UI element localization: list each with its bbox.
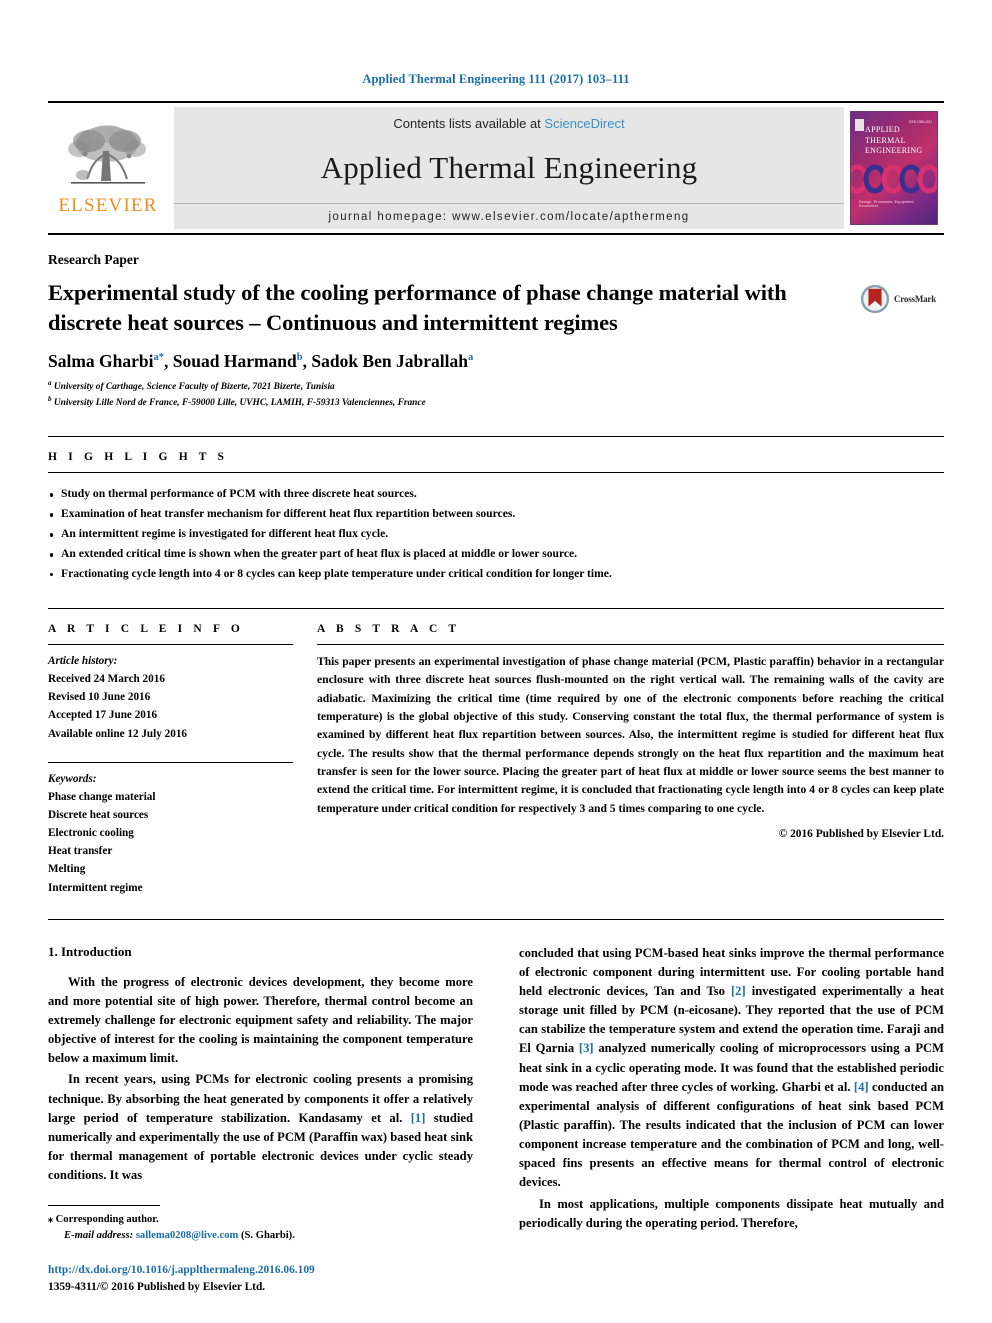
history-item: Accepted 17 June 2016 (48, 709, 158, 722)
cover-subtitle: Design, Processes, Equipment, Economics (859, 200, 915, 208)
doi-link[interactable]: http://dx.doi.org/10.1016/j.applthermale… (48, 1262, 473, 1279)
affiliation-b: b University Lille Nord de France, F-590… (48, 394, 426, 408)
elsevier-logo: ELSEVIER (48, 107, 174, 229)
journal-masthead: ELSEVIER Contents lists available at Sci… (48, 101, 944, 235)
journal-band: Contents lists available at ScienceDirec… (174, 107, 844, 229)
article-info-label: A R T I C L E I N F O (48, 623, 244, 635)
contents-line: Contents lists available at ScienceDirec… (393, 116, 624, 131)
highlights-list: Study on thermal performance of PCM with… (48, 473, 944, 584)
corresponding-star: ⁎ (48, 1214, 53, 1226)
paragraph: In most applications, multiple component… (519, 1196, 944, 1230)
email-suffix: (S. Gharbi). (241, 1230, 295, 1242)
affiliation-a: a University of Carthage, Science Facult… (48, 379, 335, 393)
footnote-rule (48, 1205, 160, 1207)
email-link[interactable]: sallema0208@live.com (136, 1230, 239, 1241)
citation-link-2[interactable]: [2] (731, 984, 746, 998)
contents-prefix: Contents lists available at (393, 116, 545, 131)
cover-elsevier-logo-icon (855, 119, 864, 131)
author-1: Salma Gharbia* (48, 351, 165, 372)
cover-thumbnail: ISSN 1359-4311 APPLIED THERMAL ENGINEERI… (850, 111, 938, 225)
abstract-label: A B S T R A C T (317, 623, 461, 635)
keyword-item: Heat transfer (48, 845, 113, 858)
article-history-label: Article history: (48, 655, 118, 667)
crossmark-badge[interactable]: CrossMark (860, 284, 944, 314)
journal-title: Applied Thermal Engineering (320, 150, 698, 185)
paper-page: Applied Thermal Engineering 111 (2017) 1… (0, 0, 992, 1323)
highlights-section: H I G H L I G H T S Study on thermal per… (48, 436, 944, 584)
article-info-column: A R T I C L E I N F O Article history: R… (48, 609, 317, 897)
author-2: Souad Harmandb (172, 351, 303, 372)
email-label: E-mail address: (64, 1230, 134, 1242)
paragraph-with-citation: In recent years, using PCMs for electron… (48, 1070, 473, 1185)
doi-block: http://dx.doi.org/10.1016/j.applthermale… (48, 1262, 473, 1295)
keyword-item: Electronic cooling (48, 827, 134, 840)
highlight-item: Examination of heat transfer mechanism f… (48, 504, 944, 524)
highlight-item: Fractionating cycle length into 4 or 8 c… (48, 564, 944, 584)
footnote-block: ⁎ Corresponding author. E-mail address: … (48, 1205, 473, 1295)
citation-link-4[interactable]: [4] (854, 1080, 869, 1094)
abstract-column: A B S T R A C T This paper presents an e… (317, 609, 944, 897)
history-item: Available online 12 July 2016 (48, 727, 188, 740)
author-list: Salma Gharbia*, Souad Harmandb, Sadok Be… (48, 351, 474, 372)
elsevier-tree-icon (68, 125, 146, 184)
crossmark-label: CrossMark (894, 294, 937, 304)
highlight-item: An extended critical time is shown when … (48, 544, 944, 564)
cover-title: APPLIED THERMAL ENGINEERING (865, 125, 923, 156)
keyword-item: Discrete heat sources (48, 808, 149, 821)
corresponding-author-line: ⁎ Corresponding author. (48, 1212, 473, 1228)
abstract-copyright: © 2016 Published by Elsevier Ltd. (778, 827, 944, 840)
history-item: Received 24 March 2016 (48, 673, 165, 686)
keywords-label: Keywords: (48, 772, 97, 785)
citation-link-1[interactable]: [1] (411, 1111, 426, 1125)
paragraph: With the progress of electronic devices … (48, 974, 473, 1066)
keywords-block: Keywords: Phase change material Discrete… (48, 763, 293, 897)
article-history: Article history: Received 24 March 2016 … (48, 645, 293, 743)
article-type: Research Paper (48, 252, 139, 267)
author-3: Sadok Ben Jabrallaha (311, 351, 474, 372)
info-abstract-section: A R T I C L E I N F O Article history: R… (48, 608, 944, 897)
email-line: E-mail address: sallema0208@live.com (S.… (48, 1228, 473, 1244)
paragraph-with-citations: concluded that using PCM-based heat sink… (519, 945, 945, 1190)
running-head: Applied Thermal Engineering 111 (2017) 1… (362, 72, 630, 86)
sciencedirect-link[interactable]: ScienceDirect (544, 116, 624, 131)
body-column-left: 1. Introduction With the progress of ele… (48, 944, 473, 1295)
keyword-item: Phase change material (48, 790, 156, 803)
highlight-item: Study on thermal performance of PCM with… (48, 484, 944, 504)
section-title-introduction: 1. Introduction (48, 943, 132, 959)
journal-cover: ISSN 1359-4311 APPLIED THERMAL ENGINEERI… (844, 107, 944, 229)
body-columns: 1. Introduction With the progress of ele… (48, 944, 944, 1295)
cover-issn: ISSN 1359-4311 (908, 120, 932, 124)
issn-copyright: 1359-4311/© 2016 Published by Elsevier L… (48, 1280, 266, 1293)
paragraph-text-a: In recent years, using PCMs for electron… (48, 1072, 473, 1125)
history-item: Revised 10 June 2016 (48, 691, 151, 704)
title-row: Experimental study of the cooling perfor… (48, 278, 944, 337)
cover-rings-graphic (851, 164, 937, 194)
corresponding-author-label: Corresponding author. (55, 1214, 159, 1226)
elsevier-wordmark: ELSEVIER (58, 195, 158, 216)
body-column-right: concluded that using PCM-based heat sink… (519, 944, 944, 1295)
highlight-item: An intermittent regime is investigated f… (48, 524, 944, 544)
affiliations: a University of Carthage, Science Facult… (48, 379, 944, 410)
page-title: Experimental study of the cooling perfor… (48, 280, 787, 335)
keyword-item: Intermittent regime (48, 881, 143, 894)
crossmark-icon (860, 284, 890, 314)
journal-homepage[interactable]: journal homepage: www.elsevier.com/locat… (174, 203, 844, 229)
citation-link-3[interactable]: [3] (579, 1041, 594, 1055)
abstract-text: This paper presents an experimental inve… (317, 655, 944, 815)
body-divider (48, 918, 944, 920)
keyword-item: Melting (48, 863, 86, 876)
highlights-label: H I G H L I G H T S (48, 451, 229, 464)
